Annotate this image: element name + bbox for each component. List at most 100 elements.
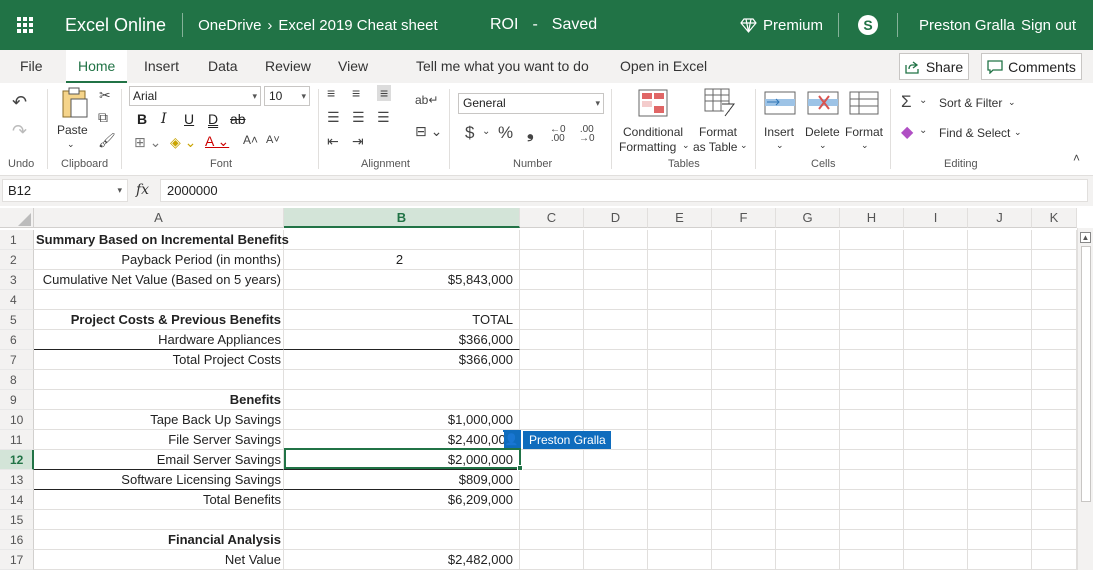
cell-d3[interactable] [584, 270, 648, 290]
cell-i5[interactable] [904, 310, 968, 330]
cell-d16[interactable] [584, 530, 648, 550]
cell-g1[interactable] [776, 230, 840, 250]
cell-f13[interactable] [712, 470, 776, 490]
cell-k16[interactable] [1032, 530, 1077, 550]
cell-k3[interactable] [1032, 270, 1077, 290]
cell-i6[interactable] [904, 330, 968, 350]
cell-h4[interactable] [840, 290, 904, 310]
cell-b14[interactable]: $6,209,000 [284, 490, 520, 510]
cell-j14[interactable] [968, 490, 1032, 510]
clear-eraser-icon[interactable]: ◆ [901, 122, 913, 142]
cell-h17[interactable] [840, 550, 904, 570]
cell-b11[interactable]: $2,400,000 [284, 430, 520, 450]
tell-me-search[interactable]: Tell me what you want to do [416, 50, 589, 83]
column-header-c[interactable]: C [520, 208, 584, 228]
cell-j3[interactable] [968, 270, 1032, 290]
cell-i9[interactable] [904, 390, 968, 410]
cell-c12[interactable] [520, 450, 584, 470]
cell-f3[interactable] [712, 270, 776, 290]
row-header-14[interactable]: 14 [0, 490, 34, 510]
formula-input[interactable]: 2000000 [160, 179, 1088, 202]
column-header-e[interactable]: E [648, 208, 712, 228]
cell-d14[interactable] [584, 490, 648, 510]
cell-h8[interactable] [840, 370, 904, 390]
cell-a4[interactable] [34, 290, 284, 310]
cell-j12[interactable] [968, 450, 1032, 470]
row-header-6[interactable]: 6 [0, 330, 34, 350]
cell-f2[interactable] [712, 250, 776, 270]
tab-insert[interactable]: Insert [144, 50, 179, 83]
cell-c3[interactable] [520, 270, 584, 290]
cell-h11[interactable] [840, 430, 904, 450]
cell-i8[interactable] [904, 370, 968, 390]
cell-g5[interactable] [776, 310, 840, 330]
cell-d4[interactable] [584, 290, 648, 310]
cell-b10[interactable]: $1,000,000 [284, 410, 520, 430]
cell-j15[interactable] [968, 510, 1032, 530]
find-select-button[interactable]: Find & Select [939, 126, 1010, 140]
cell-k7[interactable] [1032, 350, 1077, 370]
cell-b7[interactable]: $366,000 [284, 350, 520, 370]
cell-b15[interactable] [284, 510, 520, 530]
cell-d7[interactable] [584, 350, 648, 370]
cell-a11[interactable]: File Server Savings [34, 430, 284, 450]
cell-h7[interactable] [840, 350, 904, 370]
spreadsheet-grid[interactable]: ABCDEFGHIJK 1 Summary Based on Incrementa… [0, 208, 1093, 570]
autosum-icon[interactable]: Σ [901, 92, 912, 112]
cell-c13[interactable] [520, 470, 584, 490]
underline-button[interactable]: U [184, 111, 194, 127]
cell-i2[interactable] [904, 250, 968, 270]
column-header-g[interactable]: G [776, 208, 840, 228]
cell-j10[interactable] [968, 410, 1032, 430]
cell-d15[interactable] [584, 510, 648, 530]
cell-c9[interactable] [520, 390, 584, 410]
cell-d8[interactable] [584, 370, 648, 390]
cell-b6[interactable]: $366,000 [284, 330, 520, 350]
cut-icon[interactable]: ✂ [99, 87, 111, 104]
cell-c15[interactable] [520, 510, 584, 530]
cell-e8[interactable] [648, 370, 712, 390]
cell-h5[interactable] [840, 310, 904, 330]
align-right-icon[interactable]: ☰ [377, 109, 390, 126]
cell-k8[interactable] [1032, 370, 1077, 390]
cell-b16[interactable] [284, 530, 520, 550]
copy-icon[interactable]: ⧉ [98, 109, 108, 126]
insert-cells-button[interactable]: Insert ⌄ [762, 87, 800, 155]
redo-icon[interactable]: ↷ [12, 121, 27, 142]
row-header-2[interactable]: 2 [0, 250, 34, 270]
premium-button[interactable]: Premium [740, 0, 823, 50]
cell-e4[interactable] [648, 290, 712, 310]
cell-a14[interactable]: Total Benefits [34, 490, 284, 510]
vertical-scrollbar[interactable]: ▲ [1077, 228, 1093, 570]
select-all-button[interactable] [0, 208, 34, 228]
cell-j5[interactable] [968, 310, 1032, 330]
cell-a1[interactable]: Summary Based on Incremental Benefits [34, 230, 289, 250]
wrap-text-icon[interactable]: ab↵ [415, 93, 438, 107]
cell-g6[interactable] [776, 330, 840, 350]
cell-d9[interactable] [584, 390, 648, 410]
sign-out-link[interactable]: Sign out [1021, 0, 1076, 50]
cell-h12[interactable] [840, 450, 904, 470]
cell-g4[interactable] [776, 290, 840, 310]
number-format-select[interactable]: General ▾ [458, 93, 604, 114]
cell-f5[interactable] [712, 310, 776, 330]
cell-c7[interactable] [520, 350, 584, 370]
row-header-8[interactable]: 8 [0, 370, 34, 390]
cell-j17[interactable] [968, 550, 1032, 570]
sort-filter-button[interactable]: Sort & Filter [939, 96, 1002, 110]
column-header-a[interactable]: A [34, 208, 284, 228]
cell-j6[interactable] [968, 330, 1032, 350]
cell-g7[interactable] [776, 350, 840, 370]
cell-a5[interactable]: Project Costs & Previous Benefits [34, 310, 284, 330]
fill-handle[interactable] [517, 465, 523, 471]
row-header-16[interactable]: 16 [0, 530, 34, 550]
column-header-h[interactable]: H [840, 208, 904, 228]
tab-file[interactable]: File [20, 50, 43, 83]
cell-a13[interactable]: Software Licensing Savings [34, 470, 284, 490]
cell-e17[interactable] [648, 550, 712, 570]
row-header-17[interactable]: 17 [0, 550, 34, 570]
scroll-up-icon[interactable]: ▲ [1080, 232, 1091, 243]
share-button[interactable]: Share [899, 53, 969, 80]
cell-e15[interactable] [648, 510, 712, 530]
cell-f6[interactable] [712, 330, 776, 350]
